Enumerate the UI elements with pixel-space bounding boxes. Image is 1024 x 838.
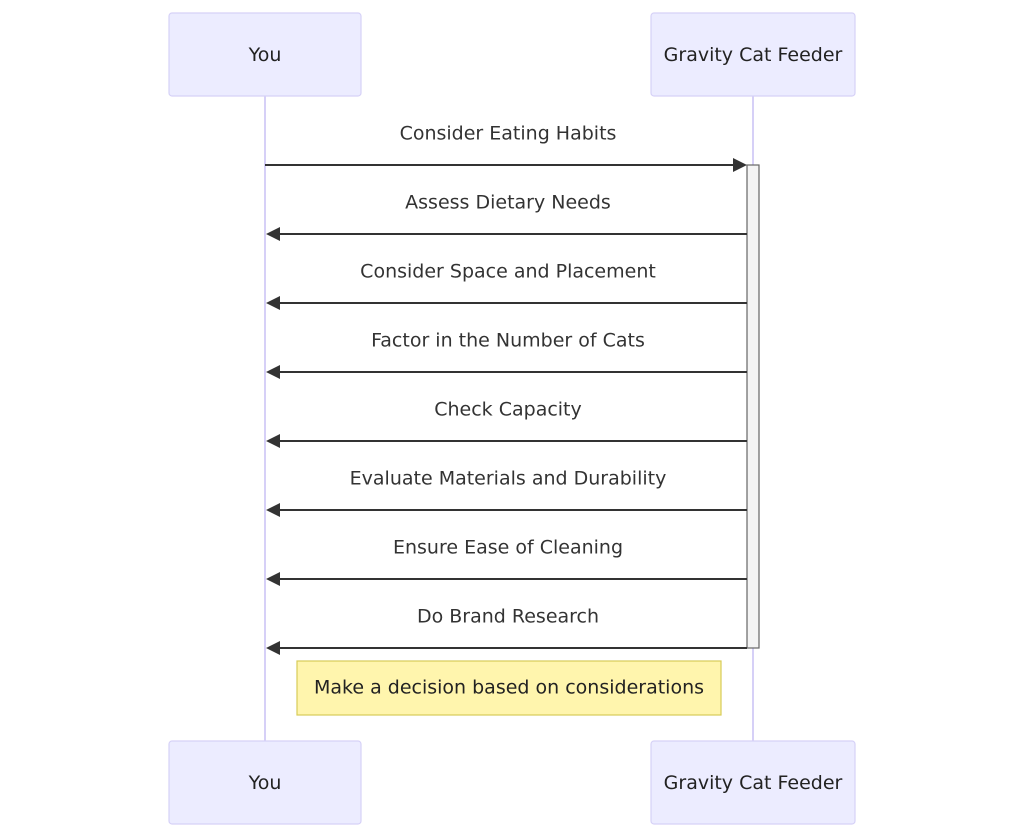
message-label: Evaluate Materials and Durability [350, 468, 667, 490]
arrowhead-icon [266, 503, 280, 517]
message-label: Consider Eating Habits [400, 123, 617, 145]
message-1: Consider Eating Habits [265, 123, 747, 172]
actor-label: You [248, 44, 282, 66]
message-4: Factor in the Number of Cats [266, 330, 747, 379]
message-label: Check Capacity [434, 399, 582, 421]
message-7: Ensure Ease of Cleaning [266, 537, 747, 586]
actor-feeder-top[interactable]: Gravity Cat Feeder [650, 12, 856, 97]
message-label: Assess Dietary Needs [405, 192, 611, 214]
arrowhead-icon [733, 158, 747, 172]
actor-you-top[interactable]: You [168, 12, 362, 97]
arrowhead-icon [266, 572, 280, 586]
message-3: Consider Space and Placement [266, 261, 747, 310]
message-2: Assess Dietary Needs [266, 192, 747, 241]
message-label: Factor in the Number of Cats [371, 330, 645, 352]
actor-label: Gravity Cat Feeder [664, 44, 843, 66]
arrowhead-icon [266, 434, 280, 448]
arrowhead-icon [266, 227, 280, 241]
note: Make a decision based on considerations [296, 660, 722, 716]
message-label: Consider Space and Placement [360, 261, 656, 283]
arrowhead-icon [266, 641, 280, 655]
message-5: Check Capacity [266, 399, 747, 448]
actor-label: Gravity Cat Feeder [664, 772, 843, 794]
sequence-diagram: Consider Eating Habits Assess Dietary Nee… [168, 12, 856, 825]
actor-feeder-bottom[interactable]: Gravity Cat Feeder [650, 740, 856, 825]
actor-label: You [248, 772, 282, 794]
message-label: Do Brand Research [417, 606, 599, 628]
arrowhead-icon [266, 296, 280, 310]
activation-bar [746, 164, 760, 649]
message-6: Evaluate Materials and Durability [266, 468, 747, 517]
actor-you-bottom[interactable]: You [168, 740, 362, 825]
message-label: Ensure Ease of Cleaning [393, 537, 623, 559]
arrowhead-icon [266, 365, 280, 379]
note-label: Make a decision based on considerations [314, 677, 704, 699]
message-8: Do Brand Research [266, 606, 747, 655]
